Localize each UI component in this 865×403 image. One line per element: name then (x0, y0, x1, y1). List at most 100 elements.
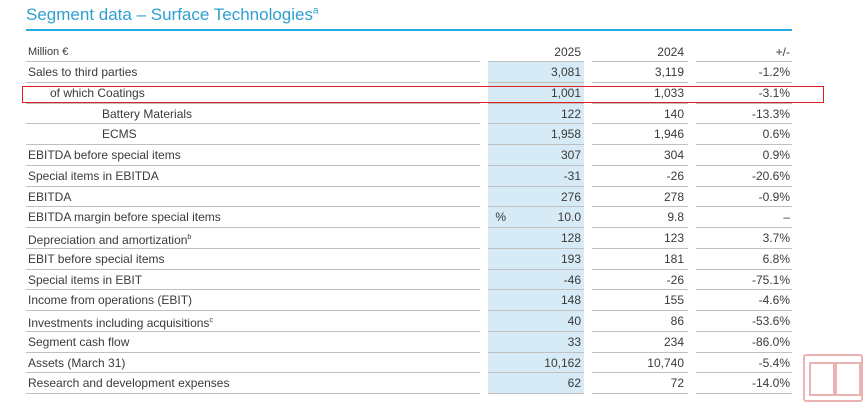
row-change: 6.8% (762, 251, 790, 266)
row-divider (592, 393, 688, 394)
header-change: +/- (775, 45, 790, 59)
row-value-2025: -46 (563, 272, 581, 287)
table-row: Battery Materials 122 140 -13.3% (26, 104, 792, 124)
row-value-2024: 3,119 (654, 65, 684, 79)
table-row: EBITDA margin before special items% 10.0 9… (26, 207, 792, 227)
row-label-text: Income from operations (EBIT) (28, 293, 193, 308)
row-label: Investments including acquisitionsc (28, 311, 213, 331)
row-change: -5.4% (758, 355, 790, 370)
row-change: -53.6% (751, 314, 790, 328)
row-value-2025: 3,081 (550, 65, 581, 79)
row-label-text: Battery Materials (102, 106, 193, 121)
row-divider (488, 393, 584, 394)
header-2024: 2024 (657, 45, 684, 59)
row-label: Sales to third parties (28, 62, 137, 82)
row-label-text: Depreciation and amortization (28, 233, 188, 247)
row-label: Special items in EBITDA (28, 166, 159, 186)
table-row: ECMS 1,958 1,946 0.6% (26, 124, 792, 144)
row-divider (26, 393, 480, 394)
row-label-text: EBITDA margin before special items (28, 210, 221, 225)
row-value-2025: 122 (560, 106, 581, 121)
title-rule (26, 29, 792, 31)
table-header: Million € 2025 2024 +/- (26, 42, 792, 62)
row-label-text: Investments including acquisitions (28, 316, 210, 330)
row-change: – (783, 210, 790, 225)
row-value-2024: 278 (663, 189, 684, 204)
row-value-2025: 193 (560, 251, 581, 266)
row-label: EBITDA (28, 187, 71, 207)
watermark-glyph (809, 362, 835, 396)
row-label: Special items in EBIT (28, 270, 142, 290)
table-row: Special items in EBITDA -31 -26 -20.6% (26, 166, 792, 186)
watermark-stamp (803, 354, 863, 402)
row-value-2024: 1,946 (653, 127, 684, 142)
watermark-glyph (835, 362, 861, 396)
table-row: Income from operations (EBIT) 148 155 -4.6% (26, 290, 792, 310)
row-label-text: EBIT before special items (28, 251, 165, 266)
row-change: 3.7% (762, 231, 790, 245)
row-value-2025: 276 (560, 189, 581, 204)
row-value-2024: 86 (670, 314, 684, 328)
header-label: Million € (28, 46, 69, 58)
row-label: Depreciation and amortizationb (28, 228, 191, 248)
row-change: -86.0% (751, 334, 790, 349)
row-value-2025: 307 (560, 148, 581, 162)
row-value-2025: 10.0 (557, 210, 581, 225)
row-value-2024: 304 (663, 148, 684, 162)
row-value-2025: 1,958 (550, 127, 581, 142)
row-value-2025: 128 (560, 231, 581, 245)
row-label-text: ECMS (102, 127, 137, 142)
row-change: -14.0% (751, 376, 790, 391)
page-title: Segment data – Surface Technologiesa (26, 5, 319, 25)
row-value-2024: 9.8 (667, 210, 684, 225)
row-value-2024: -26 (666, 272, 684, 287)
row-value-2025: 62 (567, 376, 581, 391)
row-footnote: b (187, 234, 192, 241)
row-label: EBIT before special items (28, 249, 165, 269)
row-value-2025: 10,162 (544, 355, 581, 370)
table-row: Special items in EBIT -46 -26 -75.1% (26, 270, 792, 290)
row-change: -1.2% (758, 65, 790, 79)
row-change: -75.1% (751, 272, 790, 287)
table-row: Investments including acquisitionsc 40 86 -… (26, 311, 792, 331)
table-row: Research and development expenses 62 72 -14… (26, 373, 792, 393)
row-label: ECMS (102, 124, 137, 144)
row-value-2024: 123 (663, 231, 684, 245)
table-row: EBITDA 276 278 -0.9% (26, 187, 792, 207)
row-change: -20.6% (751, 168, 790, 183)
row-label-text: Special items in EBITDA (28, 168, 159, 183)
table-row: Segment cash flow 33 234 -86.0% (26, 332, 792, 352)
row-value-2024: 140 (663, 106, 684, 121)
row-label-text: Special items in EBIT (28, 272, 143, 287)
row-change: -13.3% (751, 106, 790, 121)
row-value-2024: 72 (670, 376, 684, 391)
table-row: EBITDA before special items 307 304 0.9% (26, 145, 792, 165)
row-value-2025: 40 (567, 314, 581, 328)
table-row: EBIT before special items 193 181 6.8% (26, 249, 792, 269)
table-row: Assets (March 31) 10,162 10,740 -5.4% (26, 353, 792, 373)
row-value-2024: 234 (663, 334, 684, 349)
title-text: Segment data – Surface Technologies (26, 5, 313, 24)
row-label-text: Segment cash flow (28, 334, 130, 349)
row-value-2025: 148 (560, 293, 581, 308)
row-label: EBITDA margin before special items (28, 207, 221, 227)
row-label: Research and development expenses (28, 373, 229, 393)
row-footnote: c (209, 317, 213, 324)
row-value-2024: 181 (663, 251, 684, 266)
row-label-text: Sales to third parties (28, 65, 138, 79)
row-value-2024: -26 (666, 168, 684, 183)
row-label: EBITDA before special items (28, 145, 181, 165)
annotation-highlight-box (22, 86, 824, 103)
row-change: 0.6% (762, 127, 790, 142)
row-divider (696, 393, 792, 394)
row-label-text: EBITDA (28, 189, 72, 204)
row-label-text: EBITDA before special items (28, 148, 181, 162)
title-footnote: a (313, 5, 319, 17)
row-value-2024: 155 (663, 293, 684, 308)
table-row: Depreciation and amortizationb 128 123 3.7% (26, 228, 792, 248)
row-value-2025: 33 (567, 334, 581, 349)
row-change: 0.9% (762, 148, 790, 162)
header-2025: 2025 (554, 45, 581, 59)
row-change: -4.6% (758, 293, 790, 308)
row-value-2025: -31 (563, 168, 581, 183)
